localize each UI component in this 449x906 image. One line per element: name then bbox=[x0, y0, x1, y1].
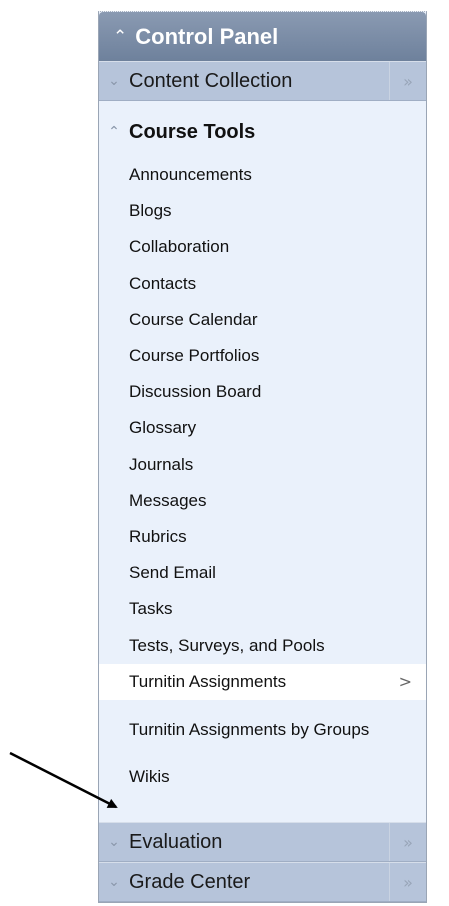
double-chevron-right-icon[interactable]: » bbox=[389, 62, 426, 100]
chevron-up-icon: ⌃ bbox=[113, 26, 128, 47]
tool-blogs[interactable]: Blogs bbox=[99, 193, 426, 229]
tool-course-calendar[interactable]: Course Calendar bbox=[99, 302, 426, 338]
control-panel: ⌃ Control Panel ⌄ Content Collection » ⌃… bbox=[98, 11, 427, 903]
chevron-down-icon: ⌄ bbox=[108, 73, 120, 89]
section-course-tools-label: Course Tools bbox=[129, 120, 256, 143]
tool-turnitin-assignments[interactable]: Turnitin Assignments > bbox=[99, 663, 426, 700]
chevron-right-icon: > bbox=[398, 672, 412, 692]
tool-tests-surveys-pools[interactable]: Tests, Surveys, and Pools bbox=[99, 627, 426, 663]
tool-contacts[interactable]: Contacts bbox=[99, 266, 426, 302]
tool-glossary[interactable]: Glossary bbox=[99, 410, 426, 446]
tool-turnitin-assignments-label: Turnitin Assignments bbox=[129, 671, 287, 691]
section-evaluation-label: Evaluation bbox=[129, 830, 223, 853]
double-chevron-right-icon[interactable]: » bbox=[389, 863, 426, 901]
section-course-tools[interactable]: ⌃ Course Tools bbox=[99, 113, 426, 151]
tool-announcements[interactable]: Announcements bbox=[99, 157, 426, 193]
tool-rubrics[interactable]: Rubrics bbox=[99, 519, 426, 555]
tool-tasks[interactable]: Tasks bbox=[99, 591, 426, 627]
double-chevron-right-icon[interactable]: » bbox=[389, 823, 426, 861]
chevron-up-icon: ⌃ bbox=[108, 124, 120, 140]
tool-messages[interactable]: Messages bbox=[99, 483, 426, 519]
control-panel-header[interactable]: ⌃ Control Panel bbox=[99, 12, 426, 61]
tool-send-email[interactable]: Send Email bbox=[99, 555, 426, 591]
tool-journals[interactable]: Journals bbox=[99, 447, 426, 483]
control-panel-title: Control Panel bbox=[135, 23, 279, 49]
course-tools-list: Announcements Blogs Collaboration Contac… bbox=[99, 157, 426, 795]
tool-wikis[interactable]: Wikis bbox=[99, 759, 426, 795]
tool-course-portfolios[interactable]: Course Portfolios bbox=[99, 338, 426, 374]
tool-turnitin-assignments-by-groups[interactable]: Turnitin Assignments by Groups bbox=[99, 700, 389, 759]
section-content-collection-label: Content Collection bbox=[129, 69, 293, 92]
chevron-down-icon: ⌄ bbox=[108, 834, 120, 850]
section-grade-center-label: Grade Center bbox=[129, 870, 251, 893]
tool-collaboration[interactable]: Collaboration bbox=[99, 229, 426, 265]
section-grade-center[interactable]: ⌄ Grade Center » bbox=[99, 862, 426, 902]
section-evaluation[interactable]: ⌄ Evaluation » bbox=[99, 822, 426, 862]
chevron-down-icon: ⌄ bbox=[108, 874, 120, 890]
tool-discussion-board[interactable]: Discussion Board bbox=[99, 374, 426, 410]
section-content-collection[interactable]: ⌄ Content Collection » bbox=[99, 61, 426, 101]
